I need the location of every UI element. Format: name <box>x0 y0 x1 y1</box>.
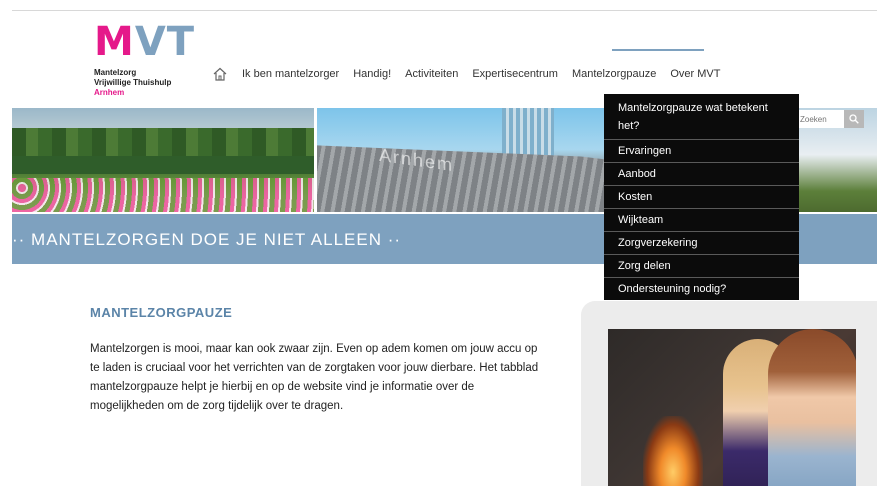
main-nav: Ik ben mantelzorger Handig! Activiteiten… <box>212 66 734 82</box>
banner-text: ·· MANTELZORGEN DOE JE NIET ALLEEN ·· <box>12 230 402 249</box>
dropdown-item-ondersteuning[interactable]: Ondersteuning nodig? <box>604 278 799 300</box>
logo-mark: MVT <box>94 22 195 62</box>
dropdown-item-kosten[interactable]: Kosten <box>604 186 799 209</box>
search-box <box>796 110 877 128</box>
dropdown-item-wijkteam[interactable]: Wijkteam <box>604 209 799 232</box>
dropdown-item-wat-betekent[interactable]: Mantelzorgpauze wat betekent het? <box>604 94 799 140</box>
side-photo <box>608 329 856 486</box>
park-trees <box>12 128 314 158</box>
dropdown-item-aanbod[interactable]: Aanbod <box>604 163 799 186</box>
nav-active-indicator <box>612 49 704 51</box>
nav-item-mantelzorgpauze[interactable]: Mantelzorgpauze <box>572 68 656 80</box>
logo-line2: Vrijwillige Thuishulp <box>94 78 172 87</box>
photo-person-2 <box>768 329 856 486</box>
logo-city: Arnhem <box>94 88 125 97</box>
site-logo[interactable]: MVT Mantelzorg Vrijwillige Thuishulp Arn… <box>94 22 195 98</box>
top-divider <box>12 10 877 11</box>
dropdown-item-zorg-delen[interactable]: Zorg delen <box>604 255 799 278</box>
dropdown-item-zorgverzekering[interactable]: Zorgverzekering <box>604 232 799 255</box>
mantelzorgpauze-dropdown: Mantelzorgpauze wat betekent het? Ervari… <box>604 94 799 300</box>
nav-item-handig[interactable]: Handig! <box>353 68 391 80</box>
logo-m: M <box>94 19 135 65</box>
page-title: MANTELZORGPAUZE <box>90 305 233 320</box>
search-icon <box>849 114 859 124</box>
dropdown-item-ervaringen[interactable]: Ervaringen <box>604 140 799 163</box>
intro-paragraph: Mantelzorgen is mooi, maar kan ook zwaar… <box>90 343 539 412</box>
home-icon[interactable] <box>212 66 228 82</box>
search-button[interactable] <box>844 110 864 128</box>
logo-vt: VT <box>134 19 196 65</box>
park-flowers <box>12 178 314 212</box>
hero-image-park <box>12 108 314 212</box>
nav-item-over-mvt[interactable]: Over MVT <box>670 68 720 80</box>
search-input[interactable] <box>796 110 844 128</box>
nav-item-ik-ben-mantelzorger[interactable]: Ik ben mantelzorger <box>242 68 339 80</box>
nav-item-expertisecentrum[interactable]: Expertisecentrum <box>472 68 558 80</box>
nav-item-activiteiten[interactable]: Activiteiten <box>405 68 458 80</box>
photo-fireplace <box>643 416 703 486</box>
logo-line1: Mantelzorg <box>94 68 137 77</box>
park-hedge <box>12 156 314 174</box>
